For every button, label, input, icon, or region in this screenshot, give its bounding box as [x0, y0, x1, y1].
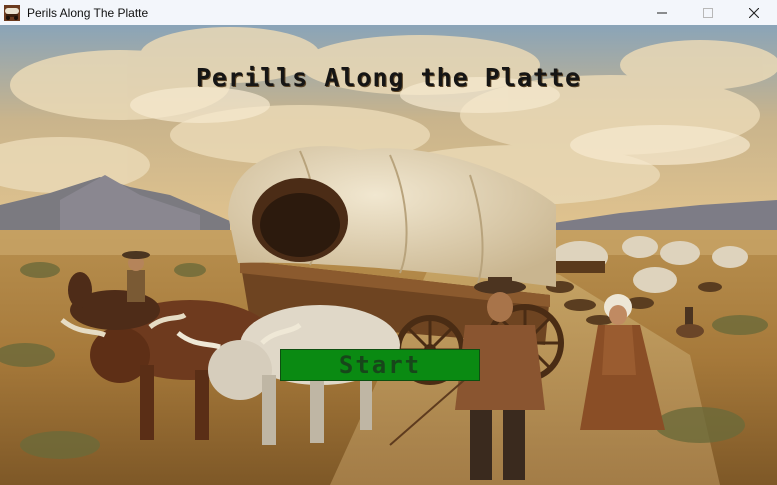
close-button[interactable]	[731, 0, 777, 25]
start-button[interactable]: Start	[280, 349, 480, 381]
title-bar: Perils Along The Platte	[0, 0, 777, 25]
minimize-button[interactable]	[639, 0, 685, 25]
game-canvas: Perills Along the Platte Start	[0, 25, 777, 485]
game-title: Perills Along the Platte	[195, 63, 582, 92]
maximize-icon	[703, 7, 713, 18]
background-scene	[0, 25, 777, 485]
maximize-button[interactable]	[685, 0, 731, 25]
game-window: Perils Along The Platte Perills Along th…	[0, 0, 777, 485]
wagon-app-icon	[4, 4, 20, 21]
window-title: Perils Along The Platte	[27, 5, 149, 20]
minimize-icon	[657, 12, 667, 13]
close-icon	[749, 7, 759, 18]
